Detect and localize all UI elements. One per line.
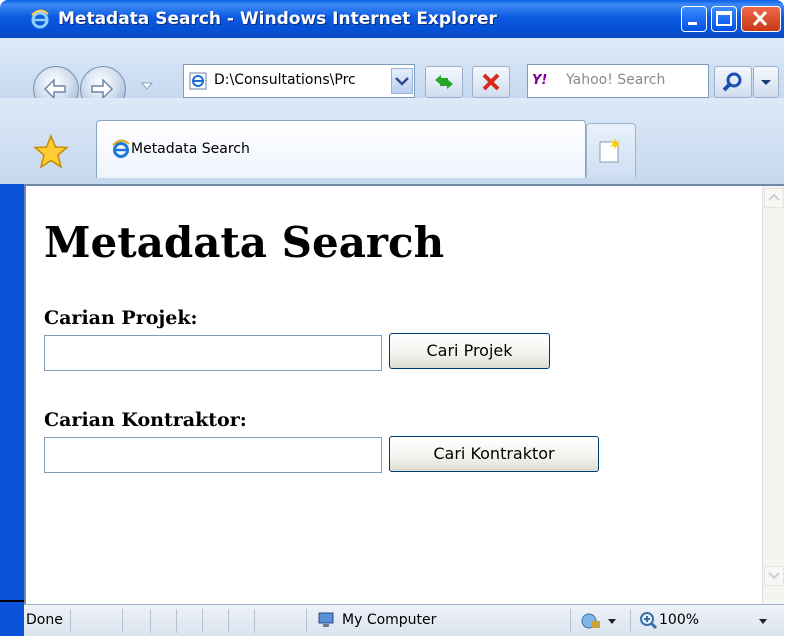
zoom-button[interactable]: 100% <box>639 610 769 632</box>
status-text: Done <box>26 612 63 628</box>
chevron-down-icon <box>768 572 780 580</box>
status-divider <box>150 609 151 633</box>
minimize-icon <box>688 22 697 25</box>
search-box[interactable]: Y! Yahoo! Search <box>527 64 709 98</box>
address-text[interactable]: D:\Consultations\Prc <box>214 72 382 88</box>
contractor-search-input[interactable] <box>44 437 382 473</box>
new-tab-button[interactable] <box>586 123 636 177</box>
maximize-button[interactable] <box>711 6 737 32</box>
tab-metadata-search[interactable]: Metadata Search <box>96 120 586 178</box>
globe-lock-icon <box>581 613 616 629</box>
close-icon <box>752 10 768 27</box>
status-divider <box>176 609 177 633</box>
search-button[interactable] <box>714 66 752 98</box>
refresh-button[interactable] <box>425 66 463 98</box>
refresh-icon <box>435 75 453 89</box>
chevron-down-icon <box>759 619 767 624</box>
stop-icon <box>482 73 500 91</box>
chevron-down-icon <box>395 77 409 86</box>
status-divider <box>254 609 255 633</box>
chevron-down-icon <box>761 80 771 85</box>
contractor-search-label: Carian Kontraktor: <box>44 409 247 431</box>
status-divider <box>630 609 631 633</box>
computer-icon <box>318 612 334 627</box>
window-title: Metadata Search - Windows Internet Explo… <box>58 9 497 29</box>
status-divider <box>202 609 203 633</box>
stop-button[interactable] <box>472 66 510 98</box>
address-bar[interactable]: D:\Consultations\Prc <box>183 64 415 98</box>
zoom-icon <box>640 612 658 630</box>
zoom-level: 100% <box>659 612 700 628</box>
status-divider <box>228 609 229 633</box>
recent-pages-dropdown-icon[interactable] <box>140 79 154 93</box>
page-heading: Metadata Search <box>44 218 445 267</box>
magnifier-icon <box>722 72 742 92</box>
title-bar[interactable]: Metadata Search - Windows Internet Explo… <box>0 0 784 38</box>
star-icon[interactable] <box>33 134 69 170</box>
ie-logo-icon <box>112 139 130 158</box>
scroll-down-button[interactable] <box>764 566 784 586</box>
project-search-label: Carian Projek: <box>44 307 198 329</box>
status-divider <box>306 609 307 633</box>
tab-label: Metadata Search <box>131 141 250 157</box>
scroll-up-button[interactable] <box>764 188 784 208</box>
close-button[interactable] <box>741 6 781 32</box>
search-options-button[interactable] <box>753 66 779 98</box>
divider-line <box>0 600 24 602</box>
status-divider <box>122 609 123 633</box>
address-dropdown-button[interactable] <box>391 68 413 94</box>
security-zone-text: My Computer <box>342 612 437 628</box>
new-tab-icon <box>599 138 620 163</box>
browser-window: Metadata Search - Windows Internet Explo… <box>0 0 784 636</box>
status-bar: Done My Computer 100% <box>24 604 784 636</box>
vertical-scrollbar[interactable] <box>762 186 784 604</box>
search-contractor-button[interactable]: Cari Kontraktor <box>389 436 599 472</box>
chevron-up-icon <box>768 193 780 201</box>
search-placeholder[interactable]: Yahoo! Search <box>566 72 665 88</box>
status-divider <box>570 609 571 633</box>
search-project-button[interactable]: Cari Projek <box>389 333 550 369</box>
project-search-input[interactable] <box>44 335 382 371</box>
status-divider <box>70 609 71 633</box>
yahoo-icon: Y! <box>532 73 548 88</box>
protected-mode-button[interactable] <box>580 610 620 632</box>
minimize-button[interactable] <box>681 6 707 32</box>
maximize-icon <box>716 11 732 26</box>
ie-page-icon <box>189 72 207 90</box>
ie-logo-icon <box>31 9 49 29</box>
